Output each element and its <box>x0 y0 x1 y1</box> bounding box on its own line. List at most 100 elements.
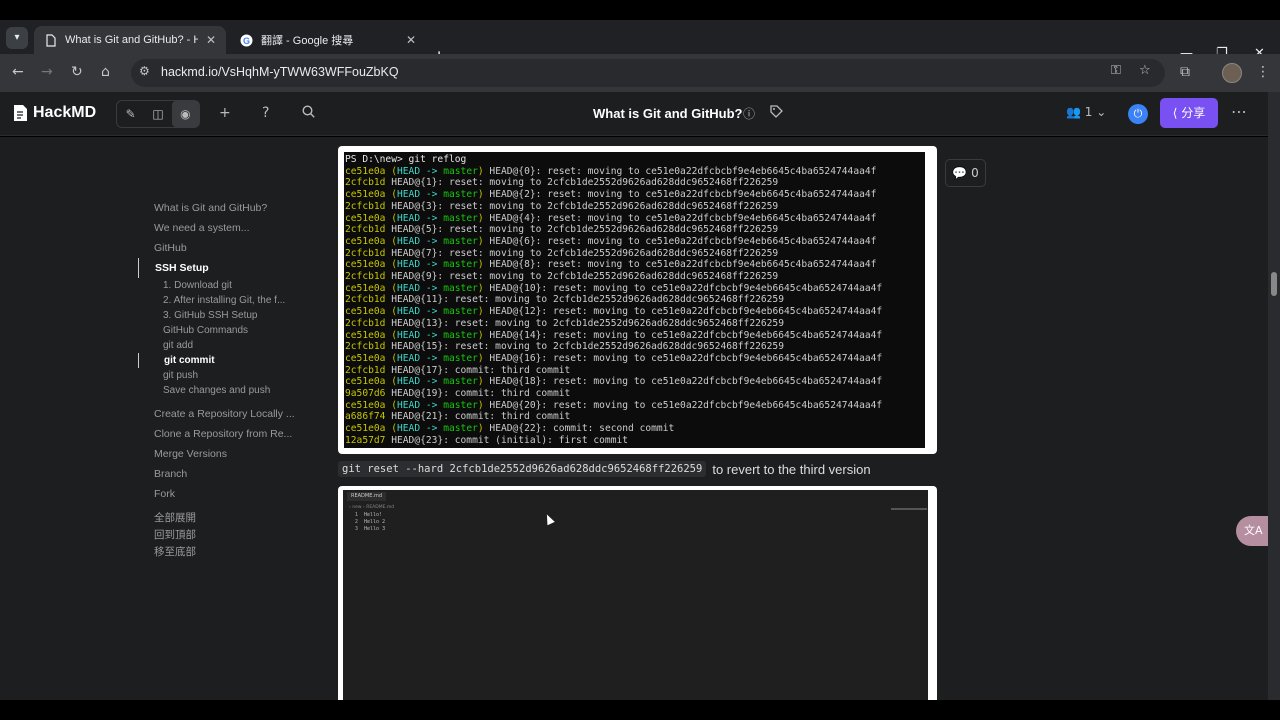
commit-hash: ce51e0a <box>345 259 386 271</box>
reflog-text: HEAD@{23}: commit (initial): first commi… <box>385 434 629 446</box>
toc-subitem[interactable]: Save changes and push <box>138 383 308 398</box>
home-icon[interactable]: ⌂ <box>101 64 110 80</box>
profile-avatar[interactable] <box>1222 63 1242 83</box>
head-pointer: HEAD -> <box>397 423 444 435</box>
toc-subitem-active[interactable]: git commit <box>138 353 308 368</box>
more-options-icon[interactable]: ⋯ <box>1231 102 1247 121</box>
reflog-line: ce51e0a (HEAD -> master) HEAD@{10}: rese… <box>345 283 925 295</box>
reflog-text: HEAD@{13}: reset: moving to 2cfcb1de2552… <box>385 317 784 329</box>
go-to-bottom-link[interactable]: 移至底部 <box>138 544 308 561</box>
toc-subitem[interactable]: git add <box>138 338 308 353</box>
more-menu-icon[interactable]: ⋮ <box>1256 64 1270 80</box>
translate-icon[interactable]: 文A <box>1236 516 1268 546</box>
reload-icon[interactable]: ↻ <box>71 64 83 80</box>
reflog-line: ce51e0a (HEAD -> master) HEAD@{22}: comm… <box>345 423 925 435</box>
reflog-text: HEAD@{9}: reset: moving to 2cfcb1de2552d… <box>385 271 779 283</box>
branch-name: master <box>443 259 478 271</box>
tag-icon[interactable] <box>770 105 783 122</box>
site-info-icon[interactable]: ⚙ <box>139 64 150 78</box>
editor-line: 3 Hello 3 <box>355 526 385 532</box>
head-paren: ( <box>385 259 397 271</box>
page-scrollbar[interactable] <box>1268 92 1280 700</box>
reflog-line: 2cfcb1d HEAD@{11}: reset: moving to 2cfc… <box>345 294 925 306</box>
power-icon[interactable]: ⏻ <box>1128 104 1148 124</box>
table-of-contents: What is Git and GitHub? We need a system… <box>138 198 308 561</box>
browser-tab-hackmd[interactable]: What is Git and GitHub? - Hac ✕ <box>34 26 226 54</box>
info-icon[interactable]: ⓘ <box>743 105 755 122</box>
online-users-button[interactable]: 👥 1 ⌄ <box>1066 105 1106 119</box>
url-text: hackmd.io/VsHqhM-yTWW63WFFouZbKQ <box>161 65 399 79</box>
toc-subitem[interactable]: git push <box>138 368 308 383</box>
commit-hash: ce51e0a <box>345 189 386 201</box>
reflog-line: 2cfcb1d HEAD@{5}: reset: moving to 2cfcb… <box>345 224 925 236</box>
toc-item[interactable]: We need a system... <box>138 218 308 238</box>
scrollbar-thumb[interactable] <box>1271 272 1277 296</box>
browser-tab-google[interactable]: G 翻譯 - Google 搜尋 ✕ <box>230 26 426 54</box>
reflog-text: HEAD@{2}: reset: moving to ce51e0a22dfcb… <box>483 189 877 201</box>
help-icon[interactable]: ? <box>262 105 269 121</box>
screen-bottom-border <box>0 700 1280 720</box>
head-pointer: HEAD -> <box>397 306 444 318</box>
tab-search-button[interactable]: ▾ <box>6 27 28 49</box>
toc-item[interactable]: What is Git and GitHub? <box>138 198 308 218</box>
forward-icon[interactable]: → <box>41 64 53 80</box>
back-to-top-link[interactable]: 回到頂部 <box>138 527 308 544</box>
toc-item[interactable]: Branch <box>138 464 308 484</box>
reflog-text: HEAD@{15}: reset: moving to 2cfcb1de2552… <box>385 341 784 353</box>
reflog-text: HEAD@{5}: reset: moving to 2cfcb1de2552d… <box>385 224 779 236</box>
line-number: 2 <box>355 519 359 525</box>
commit-hash: ce51e0a <box>345 212 386 224</box>
close-icon[interactable]: ✕ <box>206 33 216 47</box>
commit-hash: 9a507d6 <box>345 388 386 400</box>
editor-window: README.md › new › README.md 1 Hello! 2 Hel… <box>343 490 928 700</box>
editor-tab: README.md <box>347 492 387 501</box>
bookmark-star-icon[interactable]: ☆ <box>1139 63 1151 78</box>
reflog-line: a686f74 HEAD@{21}: commit: third commit <box>345 411 925 423</box>
toc-item[interactable]: Create a Repository Locally ... <box>138 404 308 424</box>
extensions-icon[interactable]: ⧉ <box>1180 64 1190 80</box>
head-paren: ( <box>385 212 397 224</box>
toc-item[interactable]: Merge Versions <box>138 444 308 464</box>
hackmd-header: HackMD ✎ ◫ ◉ + ? What is Git and GitHub?… <box>0 92 1268 136</box>
logo-text: HackMD <box>33 104 97 121</box>
view-mode-icon[interactable]: ◉ <box>171 101 199 127</box>
reflog-line: 2cfcb1d HEAD@{3}: reset: moving to 2cfcb… <box>345 201 925 213</box>
toc-item[interactable]: GitHub <box>138 238 308 258</box>
expand-all-link[interactable]: 全部展開 <box>138 510 308 527</box>
password-key-icon[interactable]: ⚿ <box>1111 63 1121 78</box>
address-bar[interactable]: ⚙ hackmd.io/VsHqhM-yTWW63WFFouZbKQ ⚿ ☆ <box>131 59 1165 87</box>
toc-item-active[interactable]: SSH Setup <box>139 258 308 278</box>
toc-subitem[interactable]: 1. Download git <box>138 278 308 293</box>
toc-item[interactable]: Fork <box>138 484 308 504</box>
back-icon[interactable]: ← <box>12 64 24 80</box>
head-pointer: HEAD -> <box>397 212 444 224</box>
commit-hash: 2cfcb1d <box>345 364 386 376</box>
toc-subitem[interactable]: GitHub Commands <box>138 323 308 338</box>
head-paren: ( <box>385 376 397 388</box>
reflog-text: HEAD@{8}: reset: moving to ce51e0a22dfcb… <box>483 259 877 271</box>
toc-subitem[interactable]: 3. GitHub SSH Setup <box>138 308 308 323</box>
toc-subitem[interactable]: 2. After installing Git, the f... <box>138 293 308 308</box>
share-icon: ⟨ <box>1172 106 1178 120</box>
head-paren: ( <box>385 235 397 247</box>
terminal-screenshot: PS D:\new> git reflog ce51e0a (HEAD -> ma… <box>338 146 937 454</box>
terminal-prompt: PS D:\new> git reflog <box>345 154 467 165</box>
comment-button[interactable]: 💬 0 <box>945 159 986 187</box>
reflog-line: 2cfcb1d HEAD@{15}: reset: moving to 2cfc… <box>345 341 925 353</box>
toc-item[interactable]: Clone a Repository from Re... <box>138 424 308 444</box>
search-icon[interactable] <box>302 105 315 122</box>
share-label: 分享 <box>1181 106 1206 120</box>
commit-hash: ce51e0a <box>345 329 386 341</box>
branch-name: master <box>443 282 478 294</box>
head-paren: ( <box>385 165 397 177</box>
edit-mode-icon[interactable]: ✎ <box>117 101 144 127</box>
online-count: 1 <box>1084 105 1093 119</box>
close-icon[interactable]: ✕ <box>406 33 416 47</box>
reflog-line: ce51e0a (HEAD -> master) HEAD@{16}: rese… <box>345 353 925 365</box>
share-button[interactable]: ⟨ 分享 <box>1160 98 1218 128</box>
split-mode-icon[interactable]: ◫ <box>144 101 171 127</box>
comment-icon: 💬 <box>952 166 968 180</box>
new-note-icon[interactable]: + <box>219 105 231 121</box>
hackmd-logo[interactable]: HackMD <box>13 104 96 122</box>
browser-tab-strip: ▾ What is Git and GitHub? - Hac ✕ G 翻譯 -… <box>0 20 1280 67</box>
